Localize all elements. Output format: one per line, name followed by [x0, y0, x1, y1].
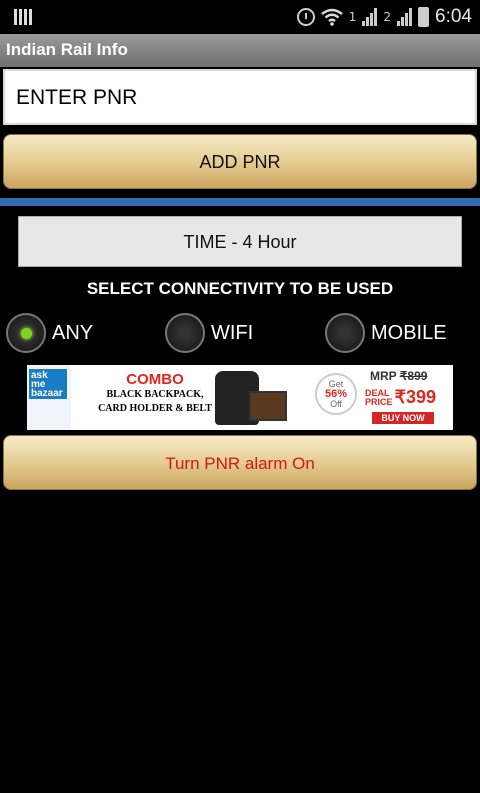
- status-bar: 1 2 6:04: [0, 0, 480, 34]
- pnr-input[interactable]: ENTER PNR: [3, 69, 477, 125]
- logo-text-3: bazaar: [31, 388, 63, 399]
- discount-bottom: Off: [330, 399, 342, 409]
- time-interval-button[interactable]: TIME - 4 Hour: [18, 216, 462, 267]
- radio-mobile[interactable]: MOBILE: [325, 312, 447, 354]
- ad-line-1: BLACK BACKPACK,: [106, 389, 204, 400]
- ad-headline: COMBO: [126, 371, 184, 388]
- ad-banner[interactable]: ask me bazaar COMBO BLACK BACKPACK, CARD…: [27, 365, 453, 430]
- ad-copy: COMBO BLACK BACKPACK, CARD HOLDER & BELT: [85, 371, 225, 416]
- status-icons: 1 2 6:04: [296, 4, 472, 30]
- signal-icon: [397, 8, 413, 26]
- clock-time: 6:04: [435, 6, 472, 27]
- radio-any[interactable]: ANY: [6, 312, 93, 354]
- connectivity-label: SELECT CONNECTIVITY TO BE USED: [86, 279, 394, 298]
- app-title: Indian Rail Info: [6, 40, 128, 59]
- radio-checked-icon[interactable]: [6, 313, 46, 353]
- app-title-bar: Indian Rail Info: [0, 34, 480, 67]
- signal-icon: [362, 8, 378, 26]
- mrp-value: ₹899: [399, 369, 428, 383]
- radio-any-label: ANY: [52, 321, 94, 344]
- sim2-label: 2: [383, 10, 392, 24]
- radio-unchecked-icon[interactable]: [325, 313, 365, 353]
- discount-value: 56%: [324, 388, 348, 400]
- deal-label-2: PRICE: [365, 396, 393, 407]
- barcode-icon: [14, 9, 32, 25]
- deal-label: DEAL PRICE: [365, 388, 393, 407]
- ad-line-2: CARD HOLDER & BELT: [98, 403, 212, 414]
- alarm-clock-icon: [296, 8, 315, 26]
- buy-now-button[interactable]: BUY NOW: [372, 412, 434, 424]
- pnr-alarm-button[interactable]: Turn PNR alarm On: [3, 435, 477, 490]
- mrp-label: MRP: [370, 369, 397, 383]
- add-pnr-button[interactable]: ADD PNR: [3, 134, 477, 189]
- radio-unchecked-icon[interactable]: [165, 313, 205, 353]
- section-divider: [0, 198, 480, 206]
- radio-wifi-label: WIFI: [211, 321, 254, 344]
- discount-badge: Get 56% Off: [315, 373, 357, 415]
- gift-box-image: [249, 391, 287, 421]
- askmebazaar-logo: ask me bazaar: [27, 365, 71, 430]
- deal-price: DEAL PRICE ₹399: [365, 387, 436, 408]
- deal-value: ₹399: [394, 387, 436, 407]
- wifi-icon: [320, 8, 343, 26]
- radio-wifi[interactable]: WIFI: [165, 312, 253, 354]
- mrp-price: MRP ₹899: [370, 369, 427, 383]
- sim1-label: 1: [348, 10, 357, 24]
- radio-mobile-label: MOBILE: [371, 321, 447, 344]
- battery-icon: [418, 7, 430, 27]
